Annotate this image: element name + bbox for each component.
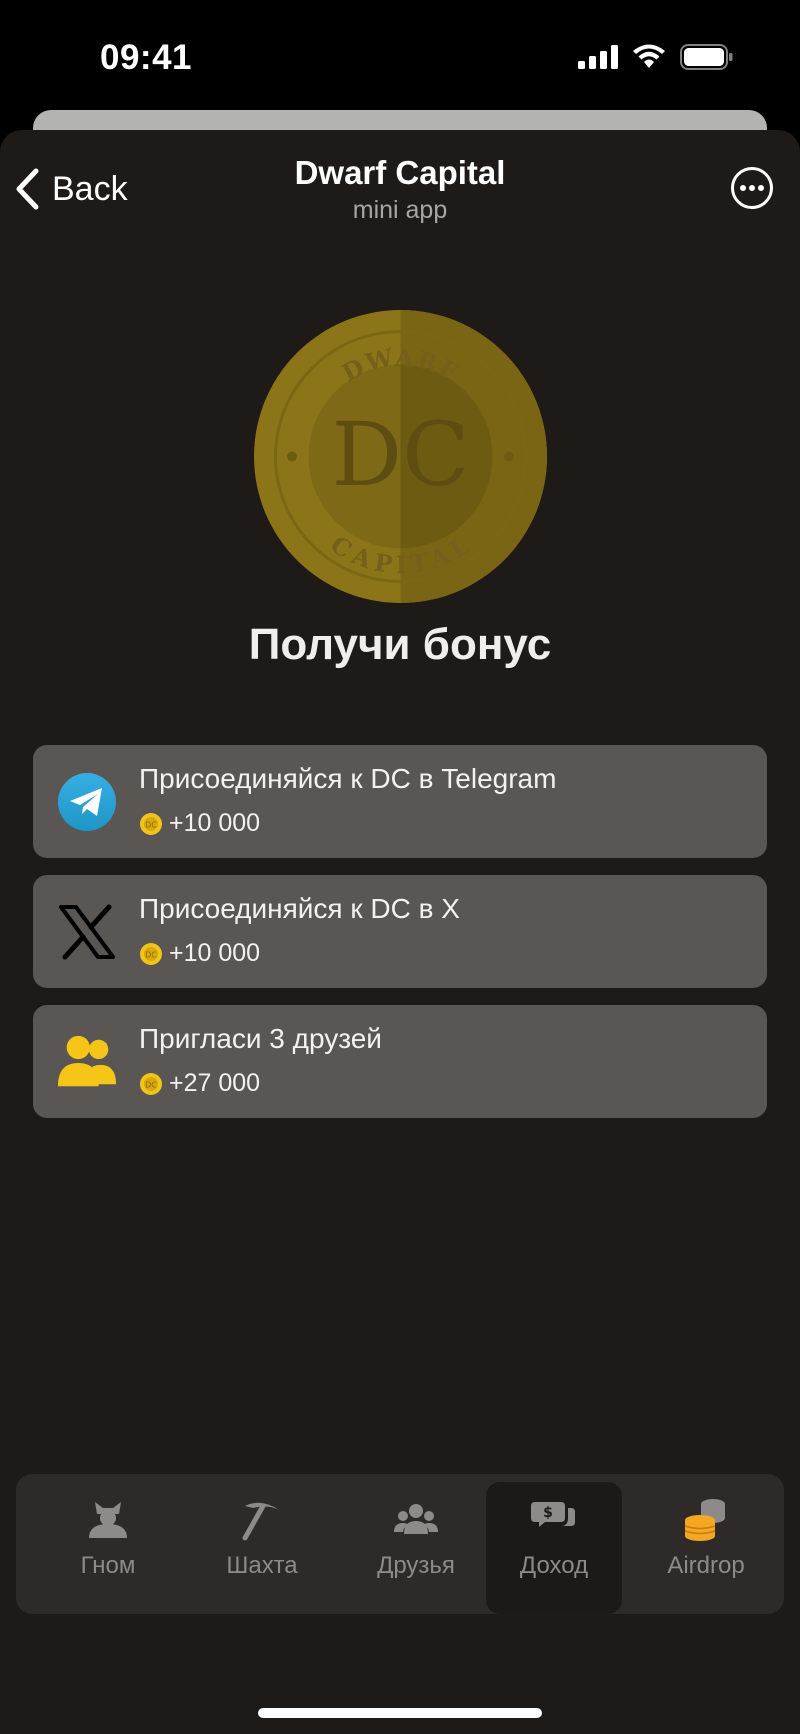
task-reward: DC +10 000 [139,809,260,838]
svg-text:$: $ [543,1505,553,1521]
coin-center-text: DC [332,403,470,506]
task-invite-friends[interactable]: Пригласи 3 друзей DC +27 000 [33,1005,767,1118]
more-options-icon[interactable] [730,166,774,210]
task-reward-value: +10 000 [169,809,261,837]
telegram-icon [58,773,116,831]
task-reward-value: +10 000 [169,939,261,967]
tab-gnome[interactable]: Гном [40,1474,176,1614]
tab-income[interactable]: $ Доход [486,1482,622,1614]
coin-icon: DC [140,942,162,965]
tab-mine[interactable]: Шахта [194,1474,330,1614]
friends-icon [394,1504,438,1534]
dc-coin-logo: DWARF CAPITAL DC [254,310,547,603]
header-title-group: Dwarf Capital mini app [0,154,800,225]
svg-text:DC: DC [145,1080,157,1089]
task-join-telegram[interactable]: Присоединяйся к DC в Telegram DC +10 000 [33,745,767,858]
signal-icon [578,45,618,69]
app-title: Dwarf Capital [294,154,506,191]
tab-label: Доход [519,1552,589,1579]
svg-text:DC: DC [145,820,157,829]
home-indicator [258,1708,542,1718]
tab-label: Друзья [377,1552,455,1579]
app-subtitle: mini app [352,196,448,224]
task-reward-value: +27 000 [169,1069,261,1097]
tab-label: Airdrop [667,1552,745,1579]
page-heading: Получи бонус [248,620,552,669]
coin-icon: DC [140,812,162,835]
wifi-icon [633,44,665,68]
battery-icon [680,44,733,70]
tab-friends[interactable]: Друзья [348,1474,484,1614]
status-bar: 09:41 [0,0,800,110]
income-icon: $ [531,1502,575,1527]
task-title: Присоединяйся к DC в X [139,893,460,924]
status-icons [578,44,734,70]
coin-icon: DC [140,1072,162,1095]
svg-text:DC: DC [145,950,157,959]
task-reward: DC +10 000 [139,939,260,968]
status-time: 09:41 [100,38,193,77]
bottom-tab-bar: Гном Шахта Друзья $ Доход Airdrop [16,1474,784,1614]
coins-icon [684,1499,725,1541]
task-title: Пригласи 3 друзей [139,1023,382,1054]
gnome-icon [89,1502,127,1538]
tab-airdrop[interactable]: Airdrop [638,1474,774,1614]
task-title: Присоединяйся к DC в Telegram [139,763,557,794]
tab-label: Гном [80,1552,136,1579]
x-icon [59,904,115,960]
friends-icon [57,1035,117,1087]
pickaxe-icon [242,1502,279,1541]
task-join-x[interactable]: Присоединяйся к DC в X DC +10 000 [33,875,767,988]
tab-label: Шахта [226,1552,298,1579]
task-reward: DC +27 000 [139,1069,260,1098]
